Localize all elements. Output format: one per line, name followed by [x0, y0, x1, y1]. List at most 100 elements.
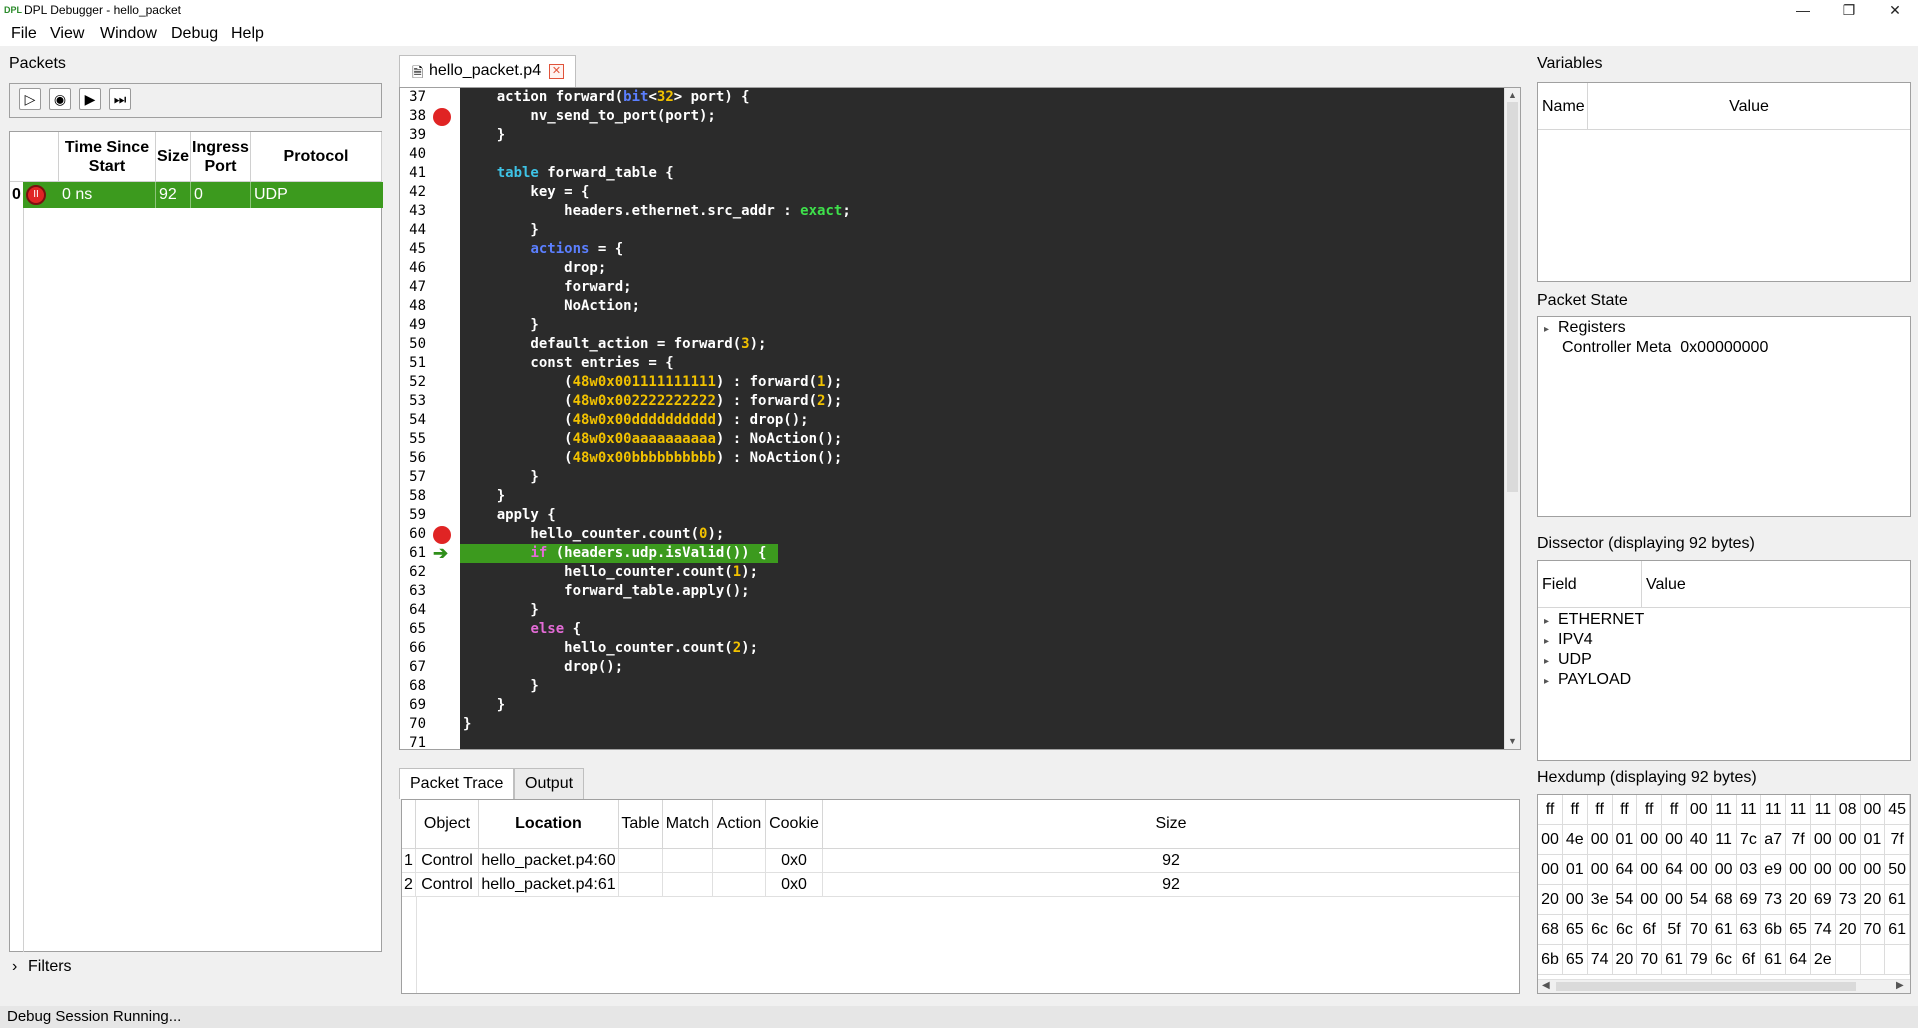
expand-icon[interactable]: ▸ — [1544, 632, 1558, 652]
hex-byte[interactable]: ff — [1562, 795, 1588, 825]
hex-byte[interactable]: 11 — [1736, 795, 1762, 825]
hex-byte[interactable]: 69 — [1736, 885, 1762, 915]
hex-byte[interactable]: 64 — [1786, 945, 1811, 975]
hex-byte[interactable]: 7f — [1885, 825, 1910, 855]
col-object[interactable]: Object — [416, 800, 479, 849]
code-line[interactable]: } — [463, 601, 538, 620]
hex-byte[interactable]: 64 — [1612, 855, 1638, 885]
code-line[interactable]: default_action = forward(3); — [463, 335, 766, 354]
hex-byte[interactable]: 70 — [1860, 915, 1886, 945]
close-icon[interactable]: ✕ — [1872, 0, 1918, 22]
hex-byte[interactable] — [1885, 945, 1910, 975]
code-line[interactable]: } — [463, 126, 505, 145]
code-line[interactable]: nv_send_to_port(port); — [463, 107, 715, 126]
hex-byte[interactable]: 00 — [1860, 855, 1886, 885]
maximize-icon[interactable]: ❐ — [1826, 0, 1872, 22]
code-line[interactable]: table forward_table { — [463, 164, 674, 183]
scroll-right-icon[interactable]: ▶ — [1896, 980, 1904, 991]
hex-byte[interactable]: 61 — [1885, 885, 1910, 915]
hex-byte[interactable]: 61 — [1711, 915, 1737, 945]
hex-byte[interactable]: 00 — [1835, 855, 1861, 885]
hex-byte[interactable]: 20 — [1538, 885, 1563, 915]
hex-byte[interactable]: 00 — [1562, 885, 1588, 915]
hex-byte[interactable]: 73 — [1761, 885, 1787, 915]
expand-icon[interactable]: ▸ — [1544, 652, 1558, 672]
close-tab-icon[interactable]: ✕ — [549, 64, 564, 79]
hex-byte[interactable]: 20 — [1860, 885, 1886, 915]
hex-byte[interactable]: 74 — [1587, 945, 1613, 975]
tree-item-payload[interactable]: ▸ PAYLOAD — [1544, 670, 1631, 690]
hex-byte[interactable] — [1860, 945, 1886, 975]
tree-item-ethernet[interactable]: ▸ ETHERNET — [1544, 610, 1644, 630]
menu-view[interactable]: View — [49, 22, 85, 46]
play-icon[interactable]: ▶ — [79, 88, 101, 110]
table-row[interactable]: 1 Control hello_packet.p4:60 0x0 92 — [402, 849, 1519, 873]
hex-byte[interactable]: 6f — [1637, 915, 1663, 945]
col-match[interactable]: Match — [663, 800, 713, 849]
hex-byte[interactable]: 00 — [1662, 885, 1687, 915]
hex-byte[interactable]: 6b — [1538, 945, 1563, 975]
code-line[interactable]: hello_counter.count(2); — [463, 639, 758, 658]
code-line[interactable]: } — [463, 715, 471, 734]
code-area[interactable]: action forward(bit<32> port) { nv_send_t… — [460, 88, 1504, 749]
hex-byte[interactable]: e9 — [1761, 855, 1787, 885]
hex-byte[interactable]: 79 — [1686, 945, 1712, 975]
hex-byte[interactable]: 00 — [1810, 825, 1836, 855]
scroll-thumb[interactable] — [1507, 102, 1518, 492]
hex-hscrollbar[interactable]: ◀ ▶ — [1538, 979, 1910, 993]
hex-byte[interactable]: 00 — [1686, 855, 1712, 885]
editor-gutter[interactable]: 37 38 39 40 41 42 43 44 45 46 47 48 49 50 51 52 53 54 55 56… — [400, 88, 460, 751]
hex-byte[interactable]: 00 — [1637, 825, 1663, 855]
expand-icon[interactable]: ▸ — [1544, 672, 1558, 692]
breakpoint-icon[interactable] — [433, 108, 451, 126]
hex-byte[interactable]: 11 — [1786, 795, 1811, 825]
hex-byte[interactable]: 00 — [1860, 795, 1886, 825]
hex-byte[interactable]: 6c — [1711, 945, 1737, 975]
expand-icon[interactable]: ▸ — [1544, 612, 1558, 632]
minimize-icon[interactable]: — — [1780, 0, 1826, 22]
col-cookie[interactable]: Cookie — [766, 800, 823, 849]
hex-byte[interactable]: 65 — [1562, 915, 1588, 945]
hex-byte[interactable]: 08 — [1835, 795, 1861, 825]
hex-byte[interactable]: 00 — [1587, 825, 1613, 855]
col-field[interactable]: Field — [1538, 561, 1642, 608]
code-line[interactable]: } — [463, 677, 538, 696]
scroll-up-icon[interactable]: ▲ — [1508, 90, 1517, 100]
code-line[interactable]: forward_table.apply(); — [463, 582, 749, 601]
hex-byte[interactable]: 00 — [1538, 855, 1563, 885]
hex-byte[interactable]: 61 — [1761, 945, 1787, 975]
scroll-thumb[interactable] — [1556, 982, 1856, 991]
table-row[interactable]: 2 Control hello_packet.p4:61 0x0 92 — [402, 873, 1519, 897]
tree-item-udp[interactable]: ▸ UDP — [1544, 650, 1592, 670]
tab-packet-trace[interactable]: Packet Trace — [399, 768, 515, 799]
menu-file[interactable]: File — [10, 22, 38, 46]
hex-byte[interactable]: 61 — [1885, 915, 1910, 945]
hex-byte[interactable]: 73 — [1835, 885, 1861, 915]
hex-byte[interactable]: 7f — [1786, 825, 1811, 855]
hex-byte[interactable]: 7c — [1736, 825, 1762, 855]
hex-byte[interactable]: 00 — [1686, 795, 1712, 825]
menu-window[interactable]: Window — [99, 22, 158, 46]
hex-byte[interactable]: 20 — [1612, 945, 1638, 975]
hex-byte[interactable]: 2e — [1810, 945, 1836, 975]
col-name[interactable]: Name — [1538, 83, 1588, 130]
hex-byte[interactable]: 6b — [1761, 915, 1787, 945]
col-action[interactable]: Action — [713, 800, 766, 849]
code-editor[interactable]: 37 38 39 40 41 42 43 44 45 46 47 48 49 50 51 52 53 54 55 56… — [399, 87, 1521, 751]
code-line[interactable]: forward; — [463, 278, 631, 297]
hex-byte[interactable]: 03 — [1736, 855, 1762, 885]
code-line[interactable]: drop(); — [463, 658, 623, 677]
hex-byte[interactable]: 01 — [1562, 855, 1588, 885]
code-line[interactable]: drop; — [463, 259, 606, 278]
code-line[interactable]: (48w0x001111111111) : forward(1); — [463, 373, 842, 392]
code-line[interactable]: headers.ethernet.src_addr : exact; — [463, 202, 851, 221]
hex-byte[interactable]: 00 — [1835, 825, 1861, 855]
hex-byte[interactable]: ff — [1662, 795, 1687, 825]
hex-byte[interactable]: a7 — [1761, 825, 1787, 855]
expand-icon[interactable]: ▸ — [1544, 320, 1558, 340]
hex-byte[interactable]: 6f — [1736, 945, 1762, 975]
code-line[interactable]: actions = { — [463, 240, 623, 259]
col-protocol[interactable]: Protocol — [251, 132, 382, 182]
table-row[interactable]: 0 ns 92 0 UDP — [59, 182, 383, 208]
hex-byte[interactable]: 40 — [1686, 825, 1712, 855]
